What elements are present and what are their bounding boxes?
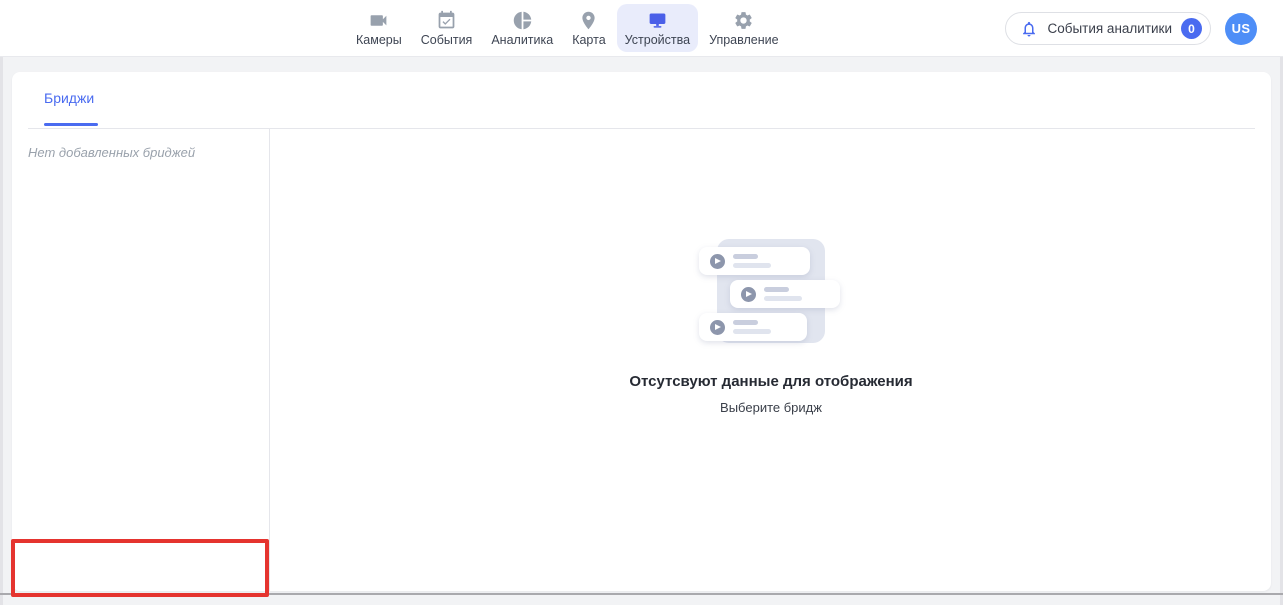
empty-state-subtitle: Выберите бридж xyxy=(720,400,822,415)
illustration-card xyxy=(699,247,810,275)
play-icon xyxy=(710,254,725,269)
content-panel: Бриджи Нет добавленных бриджей + Добавит… xyxy=(12,72,1271,591)
main-navigation: Камеры События Аналитика Карта Устройств xyxy=(348,0,787,56)
nav-item-label: Карта xyxy=(572,33,605,47)
events-count-badge: 0 xyxy=(1181,18,1202,39)
analytics-events-label: События аналитики xyxy=(1047,21,1172,36)
videocam-icon xyxy=(368,9,390,31)
tab-bridges[interactable]: Бриджи xyxy=(44,90,94,106)
nav-item-events[interactable]: События xyxy=(413,4,481,52)
empty-state-title: Отсутсвуют данные для отображения xyxy=(629,373,912,390)
active-tab-indicator xyxy=(44,123,98,126)
map-pin-icon xyxy=(578,9,600,31)
gear-icon xyxy=(733,9,755,31)
nav-item-label: Камеры xyxy=(356,33,402,47)
top-bar-right-controls: События аналитики 0 US xyxy=(1005,12,1257,45)
nav-item-cameras[interactable]: Камеры xyxy=(348,4,410,52)
illustration-card xyxy=(730,280,840,308)
play-icon xyxy=(741,287,756,302)
monitor-icon xyxy=(646,9,668,31)
user-avatar[interactable]: US xyxy=(1225,13,1257,45)
window-bottom-edge xyxy=(0,593,1283,595)
nav-item-analytics[interactable]: Аналитика xyxy=(483,4,561,52)
bridges-sidebar: Нет добавленных бриджей + Добавить бридж xyxy=(12,129,270,591)
pie-chart-icon xyxy=(511,9,533,31)
empty-state-illustration xyxy=(699,239,844,343)
nav-item-label: События xyxy=(421,33,473,47)
analytics-events-button[interactable]: События аналитики 0 xyxy=(1005,12,1211,45)
nav-item-map[interactable]: Карта xyxy=(564,4,613,52)
nav-item-label: Управление xyxy=(709,33,779,47)
calendar-check-icon xyxy=(436,9,458,31)
window-edge-left xyxy=(0,0,3,605)
nav-item-label: Аналитика xyxy=(491,33,553,47)
nav-item-management[interactable]: Управление xyxy=(701,4,787,52)
illustration-card xyxy=(699,313,807,341)
play-icon xyxy=(710,320,725,335)
bridge-details-area: Отсутсвуют данные для отображения Выбери… xyxy=(271,129,1271,591)
bell-icon xyxy=(1020,20,1038,38)
sidebar-empty-text: Нет добавленных бриджей xyxy=(28,145,195,160)
nav-item-label: Устройства xyxy=(625,33,690,47)
nav-item-devices[interactable]: Устройства xyxy=(617,4,698,52)
top-bar: Камеры События Аналитика Карта Устройств xyxy=(0,0,1283,57)
